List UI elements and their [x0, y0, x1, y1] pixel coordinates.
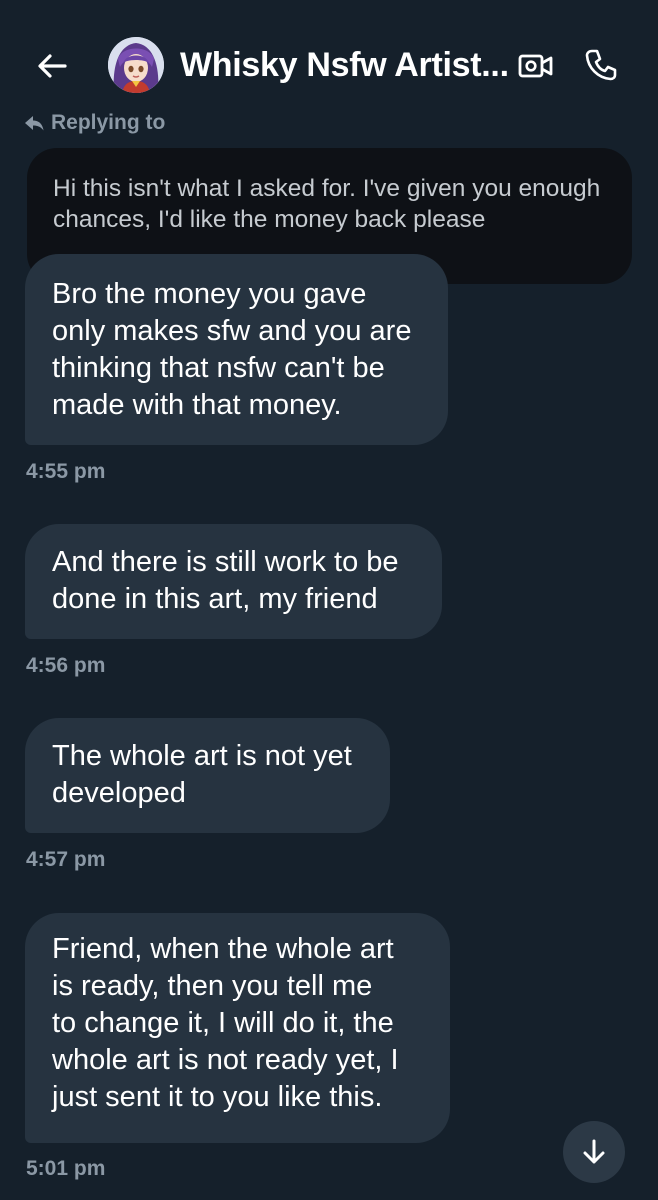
- reply-arrow-icon: [25, 116, 44, 131]
- message-bubble[interactable]: Bro the money you gave only makes sfw an…: [25, 254, 448, 445]
- message-line: to change it, I will do it, the: [52, 1007, 394, 1039]
- message-timestamp: 4:56 pm: [26, 654, 106, 677]
- message-line: done in this art, my friend: [52, 583, 378, 615]
- video-call-icon: [518, 54, 553, 78]
- message-line: just sent it to you like this.: [52, 1081, 383, 1113]
- back-button[interactable]: [30, 44, 74, 88]
- message-line: The whole art is not yet: [52, 740, 352, 772]
- avatar-image: [108, 37, 164, 93]
- conversation-title[interactable]: Whisky Nsfw Artist...: [180, 46, 509, 85]
- message-bubble[interactable]: And there is still work to be done in th…: [25, 524, 442, 639]
- dm-conversation-screen: Whisky Nsfw Artist... Replying to Hi thi…: [0, 0, 658, 1200]
- replying-to-label: Replying to: [51, 111, 166, 134]
- message-line: thinking that nsfw can't be: [52, 352, 385, 384]
- message-timestamp: 5:01 pm: [26, 1157, 106, 1180]
- message-line: Bro the money you gave: [52, 278, 367, 310]
- message-line: developed: [52, 777, 186, 809]
- message-line: And there is still work to be: [52, 546, 399, 578]
- message-timestamp: 4:57 pm: [26, 848, 106, 871]
- phone-icon: [585, 49, 617, 81]
- message-bubble[interactable]: Friend, when the whole art is ready, the…: [25, 913, 450, 1143]
- video-call-button[interactable]: [516, 46, 556, 86]
- message-line: only makes sfw and you are: [52, 315, 412, 347]
- audio-call-button[interactable]: [580, 44, 622, 86]
- message-line: is ready, then you tell me: [52, 970, 373, 1002]
- message-line: Friend, when the whole art: [52, 933, 394, 965]
- replying-to-indicator: Replying to: [24, 111, 165, 135]
- arrow-left-icon: [38, 54, 67, 78]
- message-bubble[interactable]: The whole art is not yet developed: [25, 718, 390, 833]
- message-timestamp: 4:55 pm: [26, 460, 106, 483]
- conversation-header: Whisky Nsfw Artist...: [0, 0, 658, 118]
- message-line: made with that money.: [52, 389, 342, 421]
- avatar[interactable]: [108, 37, 164, 93]
- message-line: whole art is not ready yet, I: [52, 1044, 399, 1076]
- arrow-down-icon: [583, 1139, 605, 1164]
- scroll-to-bottom-button[interactable]: [563, 1121, 625, 1183]
